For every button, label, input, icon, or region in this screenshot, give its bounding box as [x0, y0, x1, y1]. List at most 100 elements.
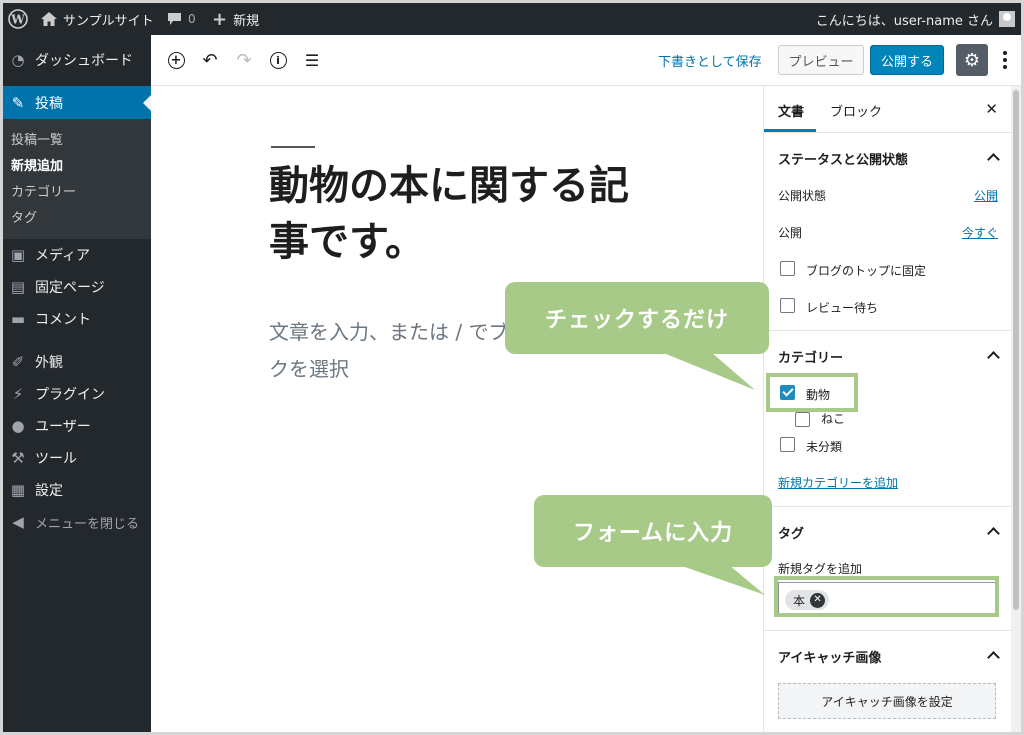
sidebar-item-settings[interactable]: ▦ 設定: [3, 473, 151, 507]
gear-icon: ⚙: [963, 49, 981, 71]
svg-text:W: W: [10, 13, 25, 27]
wrench-icon: ⚒: [11, 449, 25, 467]
page-icon: ▤: [10, 278, 26, 296]
collapse-menu-label: メニューを閉じる: [35, 516, 140, 532]
visibility-label: 公開状態: [778, 189, 827, 203]
add-category-link[interactable]: 新規カテゴリーを追加: [778, 474, 898, 491]
preview-button[interactable]: プレビュー: [778, 45, 864, 75]
sidebar-item-appearance[interactable]: ✐ 外観: [3, 345, 151, 379]
submenu-item-tags[interactable]: タグ: [11, 207, 37, 226]
add-block-button[interactable]: +: [164, 48, 188, 72]
close-icon[interactable]: ✕: [985, 100, 998, 118]
callout-form-tail: [679, 565, 765, 595]
sidebar-item-posts[interactable]: ✎ 投稿: [3, 86, 151, 120]
sidebar-item-label: 外観: [35, 355, 63, 371]
pending-review-checkbox[interactable]: [780, 298, 795, 313]
sidebar-item-label: 設定: [35, 483, 63, 499]
category-checkbox-cat[interactable]: [795, 412, 810, 427]
callout-form: フォームに入力: [534, 495, 772, 567]
site-link[interactable]: サンプルサイト: [41, 3, 154, 35]
more-menu-button[interactable]: [997, 45, 1013, 75]
submenu-item-categories[interactable]: カテゴリー: [11, 181, 76, 200]
posts-submenu: 投稿一覧 新規追加 カテゴリー タグ: [3, 119, 151, 239]
visibility-toggle[interactable]: 公開: [974, 187, 998, 204]
status-section: ステータスと公開状態 公開状態 公開 公開 今すぐ ブログのトップに固定 レビュ…: [764, 133, 1012, 331]
category-highlight: [766, 373, 858, 412]
block-navigation-button[interactable]: ☰: [300, 48, 324, 72]
sidebar-item-dashboard[interactable]: ◔ ダッシュボード: [3, 43, 151, 77]
settings-button[interactable]: ⚙: [956, 44, 988, 76]
submenu-item-all-posts[interactable]: 投稿一覧: [11, 129, 63, 148]
sidebar-item-label: ツール: [35, 451, 77, 467]
categories-section: カテゴリー 動物 ねこ 未分類 新規カテゴリーを追加: [764, 331, 1012, 507]
more-dot: [1003, 51, 1007, 55]
editor-canvas[interactable]: 動物の本に関する記事です。 文章を入力、または / でブロックを選択: [151, 86, 763, 732]
sidebar-item-plugins[interactable]: ⚡ プラグイン: [3, 377, 151, 411]
publish-date-label: 公開: [778, 226, 803, 240]
sidebar-item-tools[interactable]: ⚒ ツール: [3, 441, 151, 475]
add-tag-label: 新規タグを追加: [778, 562, 863, 576]
set-featured-image-button[interactable]: アイキャッチ画像を設定: [778, 683, 996, 719]
featured-image-section-title[interactable]: アイキャッチ画像: [778, 647, 881, 666]
publish-button[interactable]: 公開する: [870, 45, 944, 75]
sidebar-item-label: メディア: [35, 248, 91, 264]
sidebar-item-label: コメント: [35, 312, 91, 328]
save-draft-button[interactable]: 下書きとして保存: [658, 51, 762, 70]
user-account-link[interactable]: こんにちは、user-name さん: [816, 3, 1015, 35]
avatar: [999, 11, 1015, 27]
comment-count: 0: [188, 12, 196, 26]
user-icon: ●: [11, 417, 25, 435]
tab-block[interactable]: ブロック: [830, 101, 882, 120]
tag-field-highlight: [774, 576, 999, 617]
screenshot-frame: W サンプルサイト 0 + 新規 こんにちは、user-name さん ◔ ダッ…: [0, 0, 1024, 735]
category-label: ねこ: [821, 412, 846, 426]
pending-review-label: レビュー待ち: [806, 301, 879, 315]
new-content-link[interactable]: + 新規: [212, 3, 259, 35]
home-icon: [41, 12, 57, 26]
redo-icon: ↷: [236, 49, 252, 71]
sidebar-item-users[interactable]: ● ユーザー: [3, 409, 151, 443]
chevron-up-icon[interactable]: [987, 527, 1000, 540]
chevron-up-icon[interactable]: [987, 153, 1000, 166]
tags-section-title[interactable]: タグ: [778, 523, 804, 542]
plus-icon: +: [212, 8, 228, 30]
callout-check: チェックするだけ: [505, 282, 769, 354]
category-checkbox-uncategorized[interactable]: [780, 437, 795, 452]
status-section-title[interactable]: ステータスと公開状態: [778, 149, 908, 168]
tab-document[interactable]: 文書: [778, 101, 804, 120]
publish-date-toggle[interactable]: 今すぐ: [962, 224, 998, 241]
collapse-arrow-icon: ◀: [12, 513, 24, 531]
media-icon: ▣: [10, 246, 26, 264]
sidebar-item-media[interactable]: ▣ メディア: [3, 238, 151, 272]
site-name: サンプルサイト: [63, 13, 154, 29]
category-label: 未分類: [806, 440, 843, 454]
post-title[interactable]: 動物の本に関する記事です。: [269, 158, 629, 270]
chevron-up-icon[interactable]: [987, 351, 1000, 364]
greeting-text: こんにちは、user-name さん: [815, 13, 993, 29]
undo-button[interactable]: ↶: [198, 48, 222, 72]
wordpress-logo-icon[interactable]: W: [7, 3, 29, 35]
admin-bar: W サンプルサイト 0 + 新規 こんにちは、user-name さん: [3, 3, 1021, 35]
title-separator: [271, 146, 315, 148]
settings-scrollbar[interactable]: [1011, 86, 1021, 732]
sticky-label: ブログのトップに固定: [806, 264, 927, 278]
more-dot: [1003, 58, 1007, 62]
featured-image-section: アイキャッチ画像 アイキャッチ画像を設定: [764, 631, 1012, 732]
submenu-item-add-new[interactable]: 新規追加: [11, 155, 63, 174]
content-info-button[interactable]: i: [266, 48, 290, 72]
comment-icon: ▬: [10, 310, 26, 328]
plus-circle-icon: +: [167, 51, 185, 69]
scrollbar-thumb[interactable]: [1013, 90, 1019, 610]
comments-link[interactable]: 0: [167, 3, 196, 35]
sidebar-item-label: 投稿: [35, 96, 63, 112]
sticky-checkbox[interactable]: [780, 261, 795, 276]
info-icon: i: [269, 51, 287, 69]
sidebar-item-pages[interactable]: ▤ 固定ページ: [3, 270, 151, 304]
collapse-menu-button[interactable]: ◀ メニューを閉じる: [3, 505, 151, 539]
redo-button[interactable]: ↷: [232, 48, 256, 72]
chevron-up-icon[interactable]: [987, 651, 1000, 664]
categories-section-title[interactable]: カテゴリー: [778, 347, 843, 366]
sidebar-item-label: プラグイン: [35, 387, 105, 403]
sidebar-item-comments[interactable]: ▬ コメント: [3, 302, 151, 336]
undo-icon: ↶: [202, 49, 218, 71]
